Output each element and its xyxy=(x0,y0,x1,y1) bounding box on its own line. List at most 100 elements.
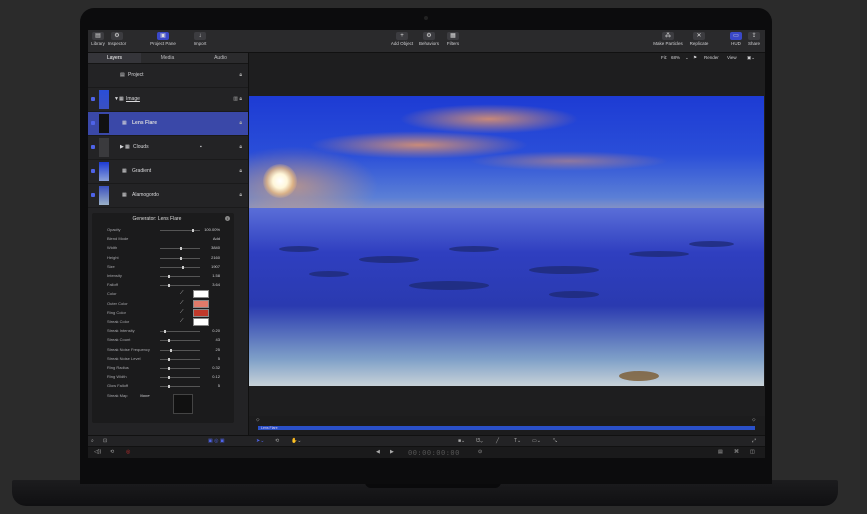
prop-slider[interactable] xyxy=(160,275,200,278)
lock-icon[interactable]: 🔒︎ xyxy=(239,144,242,150)
mini-timeline[interactable]: ⬦ ⬦ Lens Flare xyxy=(249,416,765,436)
prop-value[interactable]: 0.20 xyxy=(212,328,220,333)
prop-value[interactable]: 0.32 xyxy=(212,365,220,370)
lock-icon[interactable]: 🔒︎ xyxy=(239,72,242,78)
disclosure-triangle-icon[interactable]: ▶ xyxy=(120,144,124,150)
prop-slider[interactable] xyxy=(160,256,200,260)
layer-row-image[interactable]: ▼ ▦ Image ▥ 🔒︎ xyxy=(88,88,248,112)
play-icon[interactable]: ▶ xyxy=(390,449,394,455)
search-icon[interactable]: ⌕ xyxy=(91,438,94,444)
fullscreen-icon[interactable]: ⤢ xyxy=(752,438,756,444)
slider-knob[interactable] xyxy=(180,247,182,251)
prop-slider[interactable] xyxy=(160,357,200,361)
prop-value[interactable]: 43 xyxy=(216,337,220,342)
replicate-button[interactable]: ✕ Replicate xyxy=(686,32,712,46)
audio-icon[interactable]: ◁)) xyxy=(94,449,101,455)
slider-knob[interactable] xyxy=(168,284,170,288)
eyedropper-icon[interactable]: ⟋ xyxy=(180,309,184,315)
playhead-icon[interactable]: ⬦ xyxy=(256,417,260,423)
audio-timeline-icon[interactable]: ◫ xyxy=(750,449,755,455)
render-menu[interactable]: Render xyxy=(704,55,719,60)
prop-value[interactable]: 5 xyxy=(218,383,220,388)
view-menu[interactable]: View xyxy=(727,55,737,60)
zoom-level[interactable]: 68% xyxy=(671,55,680,60)
layer-checkbox[interactable] xyxy=(91,193,95,197)
layer-row-clouds[interactable]: ▶ ▦ Clouds ▪ 🔒︎ xyxy=(88,136,248,160)
timeline-toggle-icon[interactable]: ▤ xyxy=(718,449,723,455)
layer-checkbox[interactable] xyxy=(91,97,95,101)
layer-row-project[interactable]: ▤ Project 🔒︎ xyxy=(88,64,248,88)
timeline-clip[interactable]: Lens Flare xyxy=(258,426,755,430)
layout-icon[interactable]: ▣⌄ xyxy=(747,55,755,61)
prop-value[interactable]: 3840 xyxy=(211,245,220,250)
layer-row-gradient[interactable]: ▦ Gradient 🔒︎ xyxy=(88,160,248,184)
prop-value[interactable]: 5 xyxy=(218,356,220,361)
add-object-button[interactable]: + Add Object xyxy=(388,32,416,46)
prop-value[interactable]: 3.64 xyxy=(212,282,220,287)
mask-tool-icon[interactable]: ▭⌄ xyxy=(532,438,541,444)
slider-knob[interactable] xyxy=(168,376,170,380)
out-point-icon[interactable]: ⬦ xyxy=(752,417,756,423)
layer-options-icon[interactable]: ⊡ xyxy=(103,438,107,444)
filters-button[interactable]: ▦ Filters xyxy=(443,32,463,46)
color-well[interactable] xyxy=(193,290,209,299)
flag-icon[interactable]: ⚑ xyxy=(693,55,697,61)
crop-icon[interactable]: ⤡ xyxy=(553,438,557,444)
lock-icon[interactable]: 🔒︎ xyxy=(239,120,242,126)
color-well[interactable] xyxy=(193,308,209,317)
tab-audio[interactable]: Audio xyxy=(194,53,247,63)
prop-value[interactable]: 100.00% xyxy=(204,227,220,232)
prop-slider[interactable] xyxy=(160,376,200,380)
prop-slider[interactable] xyxy=(160,367,200,370)
prop-slider[interactable] xyxy=(160,229,200,232)
bezier-tool-icon[interactable]: ᘎ⌄ xyxy=(476,438,483,444)
previous-frame-icon[interactable]: ◀ xyxy=(376,449,380,455)
prop-value[interactable]: 1.58 xyxy=(212,273,220,278)
behaviors-button[interactable]: ⚙ Behaviors xyxy=(416,32,442,46)
layer-row-alamogordo[interactable]: ▦ Alamogordo 🔒︎ xyxy=(88,184,248,208)
lock-icon[interactable]: 🔒︎ xyxy=(239,192,242,198)
layer-checkbox[interactable] xyxy=(91,121,95,125)
library-button[interactable]: ▤ Library xyxy=(90,32,106,46)
lock-icon[interactable]: ▥ 🔒︎ xyxy=(233,96,242,102)
slider-knob[interactable] xyxy=(168,339,170,343)
hud-button[interactable]: ▭ HUD xyxy=(728,32,744,46)
tab-layers[interactable]: Layers xyxy=(88,53,141,63)
lock-icon[interactable]: 🔒︎ xyxy=(239,168,242,174)
make-particles-button[interactable]: ⁂ Make Particles xyxy=(650,32,686,46)
slider-knob[interactable] xyxy=(168,385,170,389)
prop-slider[interactable] xyxy=(160,385,200,389)
paint-tool-icon[interactable]: ╱ xyxy=(496,438,499,444)
loop-icon[interactable]: ⟲ xyxy=(110,449,114,455)
select-tool-icon[interactable]: ➤⌄ xyxy=(256,438,264,444)
slider-knob[interactable] xyxy=(168,275,170,278)
slider-knob[interactable] xyxy=(182,265,184,269)
eyedropper-icon[interactable]: ⟋ xyxy=(180,300,184,306)
prop-value[interactable]: 25 xyxy=(216,347,220,352)
tab-media[interactable]: Media xyxy=(141,53,194,63)
prop-value[interactable]: 2160 xyxy=(211,255,220,260)
timecode-mode-icon[interactable]: ⊙ xyxy=(478,449,482,455)
project-pane-button[interactable]: ▣ Project Pane xyxy=(148,32,178,46)
canvas-viewer[interactable] xyxy=(249,96,764,386)
info-icon[interactable]: i xyxy=(225,216,230,221)
hand-tool-icon[interactable]: ✋⌄ xyxy=(291,438,301,444)
prop-value[interactable]: 1907 xyxy=(211,264,220,269)
slider-knob[interactable] xyxy=(180,256,182,260)
prop-slider[interactable] xyxy=(160,339,200,343)
view-toggle-icon[interactable]: ▣ ◎ ▣ xyxy=(208,438,225,444)
slider-knob[interactable] xyxy=(192,229,194,232)
slider-knob[interactable] xyxy=(170,348,172,352)
streak-map-well[interactable] xyxy=(173,394,193,414)
slider-knob[interactable] xyxy=(168,357,170,361)
share-button[interactable]: ⇪ Share xyxy=(746,32,762,46)
keyframe-editor-icon[interactable]: ⌘ xyxy=(734,449,739,455)
record-icon[interactable]: ◎ xyxy=(126,449,130,455)
import-button[interactable]: ↓ Import xyxy=(190,32,210,46)
inspector-button[interactable]: ⚙ Inspector xyxy=(106,32,128,46)
slider-knob[interactable] xyxy=(164,330,166,334)
prop-value[interactable]: 0.12 xyxy=(212,374,220,379)
layer-row-lens-flare[interactable]: ▦ Lens Flare 🔒︎ xyxy=(88,112,248,136)
prop-slider[interactable] xyxy=(160,330,200,334)
eyedropper-icon[interactable]: ⟋ xyxy=(180,318,184,324)
